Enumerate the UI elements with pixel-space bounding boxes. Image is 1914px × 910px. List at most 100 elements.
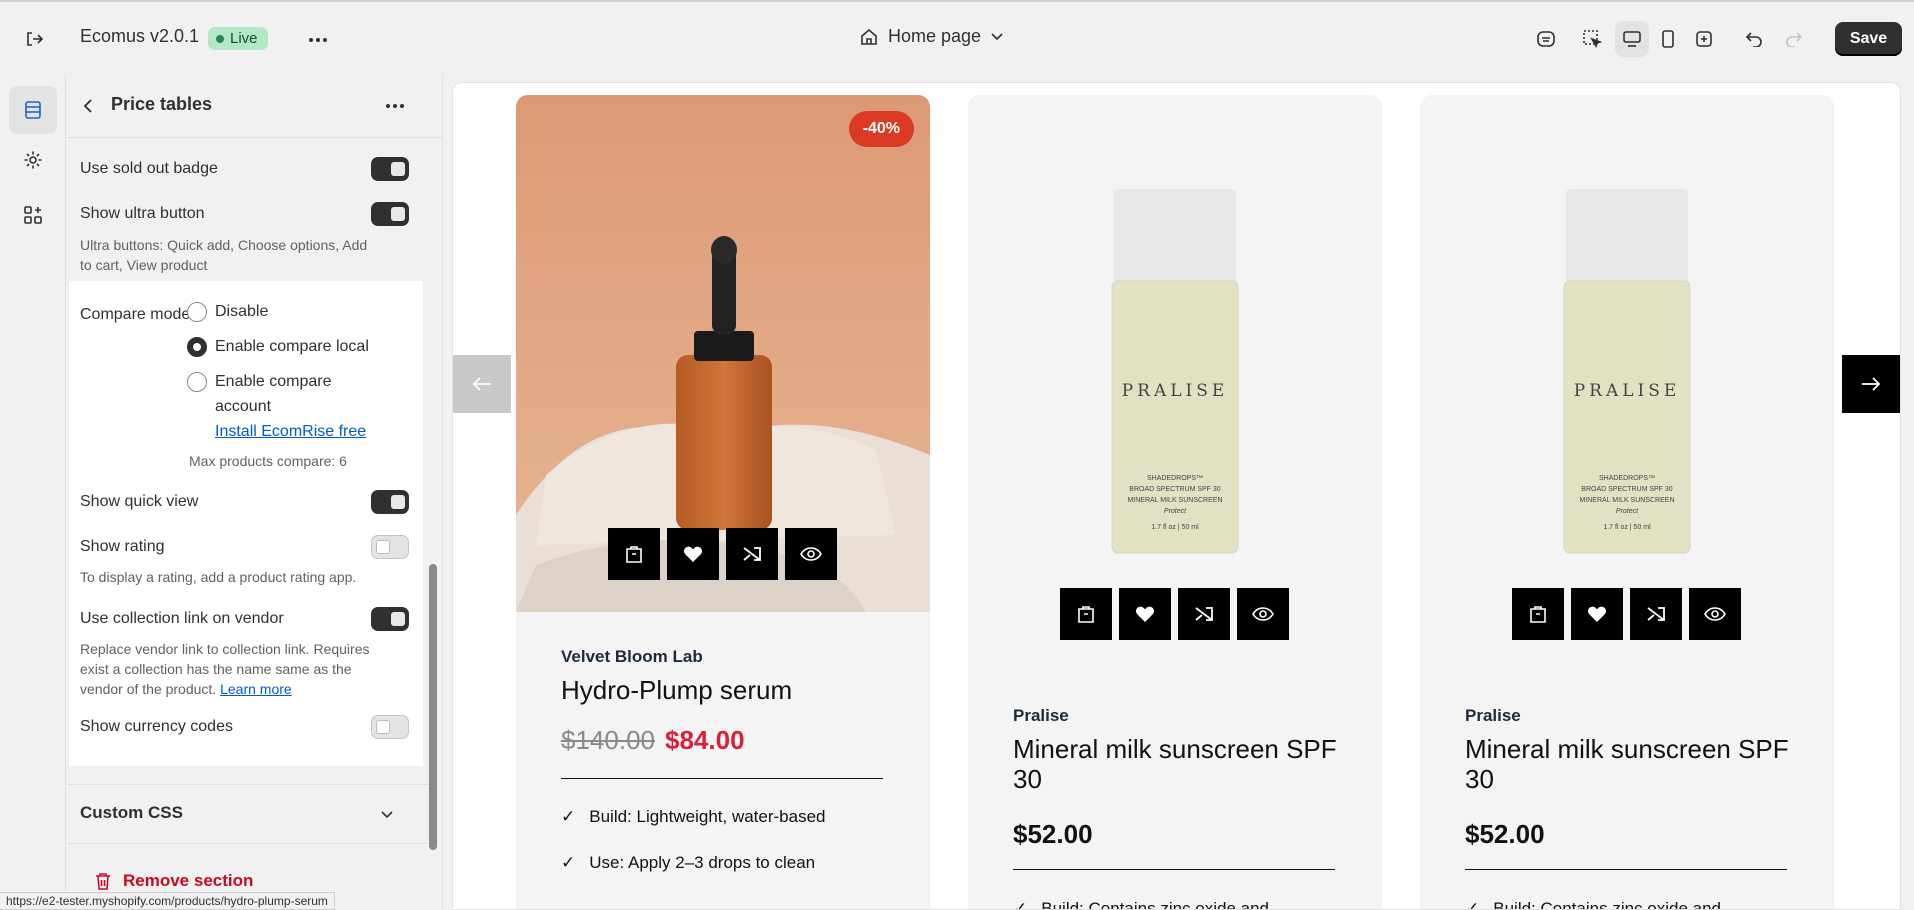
bottle-text-line: BROAD SPECTRUM SPF 30 xyxy=(1129,486,1221,493)
quick-view-toggle[interactable] xyxy=(371,490,409,514)
radio-compare-local-label: Enable compare local xyxy=(215,338,369,355)
apps-icon[interactable] xyxy=(9,191,57,239)
bottle-text-line: MINERAL MILK SUNSCREEN xyxy=(1579,497,1675,504)
product-price: $52.00 xyxy=(1465,819,1545,849)
product-price-sale: $84.00 xyxy=(665,725,745,755)
chevron-down-icon xyxy=(991,32,1003,40)
status-url: https://e2-tester.myshopify.com/products… xyxy=(0,892,335,910)
product-title[interactable]: Mineral milk sunscreen SPF 30 xyxy=(1465,734,1805,794)
divider xyxy=(1013,869,1335,870)
radio-disable[interactable] xyxy=(187,302,207,322)
add-to-cart-icon[interactable] xyxy=(1060,588,1112,640)
inspector-icon[interactable] xyxy=(1581,28,1603,50)
redo-icon[interactable] xyxy=(1783,28,1805,50)
compare-shuffle-icon[interactable] xyxy=(1630,588,1682,640)
panel-more-icon[interactable] xyxy=(383,96,407,116)
wishlist-heart-icon[interactable] xyxy=(667,528,719,580)
remove-section-label: Remove section xyxy=(123,871,254,890)
quick-view-eye-icon[interactable] xyxy=(1689,588,1741,640)
panel-title: Price tables xyxy=(111,94,213,114)
home-icon xyxy=(861,28,877,45)
ultra-button-toggle[interactable] xyxy=(371,202,409,226)
add-to-cart-icon[interactable] xyxy=(1512,588,1564,640)
quick-view-label: Show quick view xyxy=(80,493,199,510)
theme-settings-icon[interactable] xyxy=(9,136,57,184)
undo-icon[interactable] xyxy=(1743,28,1765,50)
more-menu-icon[interactable] xyxy=(306,28,330,52)
check-icon: ✓ xyxy=(561,807,576,826)
product-price: $52.00 xyxy=(1013,819,1093,849)
exit-icon[interactable] xyxy=(22,27,46,51)
product-actions xyxy=(1060,588,1289,640)
collection-link-toggle[interactable] xyxy=(371,607,409,631)
bottle-text-line: Protect xyxy=(1615,508,1639,515)
wishlist-heart-icon[interactable] xyxy=(1119,588,1171,640)
check-icon: ✓ xyxy=(1013,899,1028,910)
product-card[interactable]: -40% Velvet Bloom Lab Hydro-Plump serum … xyxy=(516,95,930,909)
ai-assistant-icon[interactable] xyxy=(1535,28,1557,50)
learn-more-link[interactable]: Learn more xyxy=(220,681,292,697)
page-selector[interactable]: Home page xyxy=(860,26,1003,47)
collection-link-help: Replace vendor link to collection link. … xyxy=(80,639,390,699)
product-vendor[interactable]: Velvet Bloom Lab xyxy=(561,647,703,667)
feature-text: Use: Apply 2–3 drops to clean xyxy=(589,853,816,872)
product-actions xyxy=(608,528,837,580)
product-card[interactable]: PRALISE SHADEDROPS™ BROAD SPECTRUM SPF 3… xyxy=(968,95,1382,910)
product-title[interactable]: Hydro-Plump serum xyxy=(561,675,901,705)
settings-panel: Price tables Use sold out badge Show ult… xyxy=(67,74,443,910)
left-rail xyxy=(0,74,66,910)
wishlist-heart-icon[interactable] xyxy=(1571,588,1623,640)
carousel-next-button[interactable] xyxy=(1842,355,1900,413)
trash-icon xyxy=(96,873,110,890)
product-card[interactable]: PRALISE SHADEDROPS™ BROAD SPECTRUM SPF 3… xyxy=(1420,95,1834,910)
add-to-cart-icon[interactable] xyxy=(608,528,660,580)
ultra-button-help: Ultra buttons: Quick add, Choose options… xyxy=(80,237,368,273)
panel-scrollbar[interactable] xyxy=(429,564,437,850)
bottle-text-line: Protect xyxy=(1163,508,1187,515)
max-compare-note: Max products compare: 6 xyxy=(189,453,347,469)
radio-compare-account[interactable] xyxy=(187,372,207,392)
feature-text: Build: Contains zinc oxide and xyxy=(1493,899,1721,910)
divider xyxy=(1465,869,1787,870)
product-vendor[interactable]: Pralise xyxy=(1465,706,1521,726)
fullscreen-view-icon[interactable] xyxy=(1687,21,1721,57)
carousel-prev-button[interactable] xyxy=(453,355,511,413)
show-rating-help: To display a rating, add a product ratin… xyxy=(80,569,357,585)
custom-css-section[interactable]: Custom CSS xyxy=(67,784,429,844)
compare-shuffle-icon[interactable] xyxy=(726,528,778,580)
mobile-view-icon[interactable] xyxy=(1651,21,1685,57)
currency-codes-toggle[interactable] xyxy=(371,715,409,739)
feature-text: Build: Contains zinc oxide and xyxy=(1041,899,1269,910)
radio-disable-label: Disable xyxy=(215,303,269,320)
radio-compare-local[interactable] xyxy=(187,337,207,357)
bottle-label: SHADEDROPS™ BROAD SPECTRUM SPF 30 MINERA… xyxy=(1112,473,1238,533)
store-preview: -40% Velvet Bloom Lab Hydro-Plump serum … xyxy=(452,82,1901,910)
divider xyxy=(561,778,883,779)
feature-item: ✓ Build: Lightweight, water-based xyxy=(561,807,826,827)
quick-view-eye-icon[interactable] xyxy=(785,528,837,580)
compare-settings-group: Compare mode Disable Enable compare loca… xyxy=(69,281,423,766)
panel-header: Price tables xyxy=(67,74,442,138)
show-rating-toggle[interactable] xyxy=(371,535,409,559)
save-button[interactable]: Save xyxy=(1835,22,1902,56)
app-title: Ecomus v2.0.1 xyxy=(80,26,200,46)
desktop-view-icon[interactable] xyxy=(1615,21,1649,57)
feature-item: ✓ Use: Apply 2–3 drops to clean xyxy=(561,853,815,873)
remove-section-button[interactable]: Remove section xyxy=(95,871,253,891)
back-arrow-icon[interactable] xyxy=(79,96,99,116)
check-icon: ✓ xyxy=(561,853,576,872)
sold-out-badge-toggle[interactable] xyxy=(371,157,409,181)
product-image[interactable] xyxy=(1420,95,1834,612)
compare-shuffle-icon[interactable] xyxy=(1178,588,1230,640)
quick-view-eye-icon[interactable] xyxy=(1237,588,1289,640)
show-rating-label: Show rating xyxy=(80,538,165,555)
product-image[interactable] xyxy=(968,95,1382,612)
status-label: Live xyxy=(230,30,258,47)
chevron-down-icon xyxy=(379,807,395,823)
install-ecomrise-link[interactable]: Install EcomRise free xyxy=(215,419,366,444)
sections-icon[interactable] xyxy=(9,86,57,134)
product-actions xyxy=(1512,588,1741,640)
ultra-button-label: Show ultra button xyxy=(80,205,205,222)
product-title[interactable]: Mineral milk sunscreen SPF 30 xyxy=(1013,734,1353,794)
product-vendor[interactable]: Pralise xyxy=(1013,706,1069,726)
